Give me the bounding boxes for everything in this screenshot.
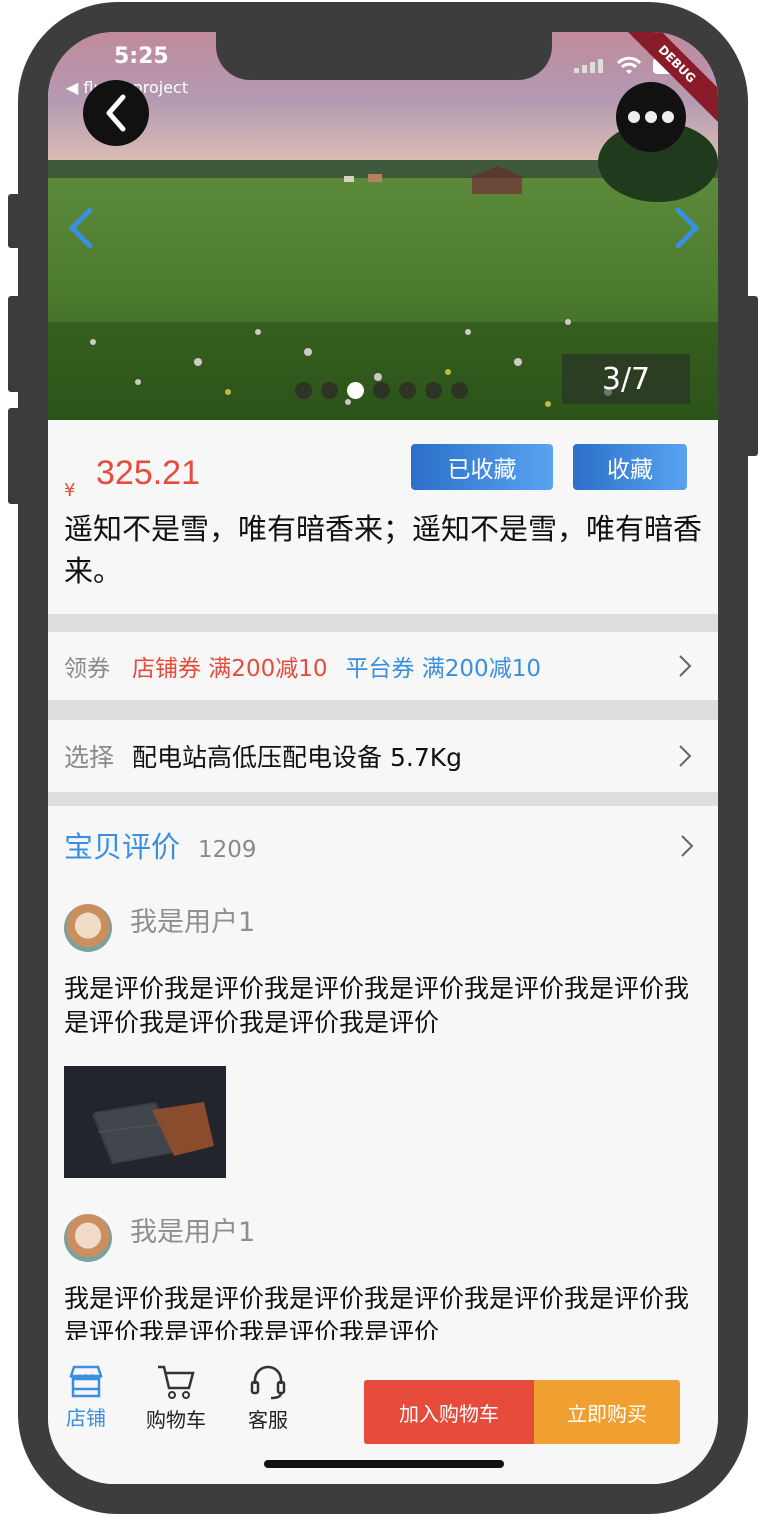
reviews-title: 宝贝评价 bbox=[64, 830, 181, 864]
tab-cart[interactable]: 购物车 bbox=[146, 1364, 206, 1433]
tab-store[interactable]: 店铺 bbox=[66, 1364, 106, 1431]
back-button[interactable] bbox=[83, 80, 149, 146]
pagination-dot[interactable] bbox=[399, 382, 416, 399]
pagination-dot[interactable] bbox=[373, 382, 390, 399]
section-divider bbox=[48, 792, 718, 806]
store-coupon[interactable]: 店铺券 满200减10 bbox=[132, 649, 327, 683]
avatar bbox=[64, 904, 112, 952]
add-to-cart-button[interactable]: 加入购物车 bbox=[364, 1380, 534, 1444]
status-time: 5:25 bbox=[114, 44, 169, 69]
image-counter: 3/7 bbox=[562, 354, 690, 404]
tab-store-label: 店铺 bbox=[66, 1406, 106, 1430]
review-username: 我是用户1 bbox=[130, 1217, 256, 1248]
product-summary: ¥ 325.21 已收藏 收藏 遥知不是雪，唯有暗香来；遥知不是雪，唯有暗香来。 bbox=[48, 420, 718, 614]
tab-cart-label: 购物车 bbox=[146, 1408, 206, 1432]
review-text: 我是评价我是评价我是评价我是评价我是评价我是评价我是评价我是评价我是评价我是评价 bbox=[64, 974, 690, 1037]
chevron-left-icon bbox=[106, 94, 126, 132]
pagination-dot[interactable] bbox=[347, 382, 364, 399]
pagination-dot[interactable] bbox=[295, 382, 312, 399]
tab-service[interactable]: 客服 bbox=[248, 1364, 288, 1433]
app-screen: 5:25 ◀ flutterproject DEBUG bbox=[48, 32, 718, 1484]
next-image-arrow-icon[interactable] bbox=[672, 206, 702, 250]
headset-icon bbox=[250, 1365, 286, 1400]
avatar bbox=[64, 1214, 112, 1262]
cart-icon bbox=[158, 1365, 195, 1399]
notch bbox=[216, 32, 552, 80]
review-text: 我是评价我是评价我是评价我是评价我是评价我是评价我是评价我是评价我是评价我是评价 bbox=[64, 1284, 690, 1340]
wifi-icon bbox=[616, 56, 642, 74]
signal-icon bbox=[574, 59, 603, 73]
platform-coupon[interactable]: 平台券 满200减10 bbox=[345, 649, 540, 683]
notebook-image bbox=[64, 1066, 226, 1178]
image-gallery[interactable]: 5:25 ◀ flutterproject DEBUG bbox=[48, 32, 718, 420]
favorited-button[interactable]: 已收藏 bbox=[411, 444, 553, 490]
buy-now-button[interactable]: 立即购买 bbox=[534, 1380, 680, 1444]
currency-symbol: ¥ bbox=[64, 480, 76, 501]
review-photo[interactable] bbox=[64, 1066, 226, 1178]
pagination-dot[interactable] bbox=[425, 382, 442, 399]
section-divider bbox=[48, 614, 718, 632]
chevron-right-icon bbox=[679, 745, 692, 767]
store-icon bbox=[69, 1365, 103, 1398]
select-label: 选择 bbox=[64, 743, 115, 772]
product-title: 遥知不是雪，唯有暗香来；遥知不是雪，唯有暗香来。 bbox=[64, 512, 703, 588]
coupon-row[interactable]: 领券 店铺券 满200减10 平台券 满200减10 bbox=[48, 632, 718, 700]
pagination-dot[interactable] bbox=[321, 382, 338, 399]
more-dots-icon bbox=[628, 111, 674, 123]
pagination-dots bbox=[295, 382, 468, 399]
more-button[interactable] bbox=[616, 82, 686, 152]
reviews-header[interactable]: 宝贝评价 1209 bbox=[64, 824, 257, 866]
chevron-right-icon[interactable] bbox=[680, 834, 694, 858]
reviews-count: 1209 bbox=[198, 837, 257, 863]
favorite-button[interactable]: 收藏 bbox=[573, 444, 687, 490]
home-indicator[interactable] bbox=[264, 1460, 504, 1468]
chevron-right-icon bbox=[679, 655, 692, 677]
tab-service-label: 客服 bbox=[248, 1408, 288, 1432]
pagination-dot[interactable] bbox=[451, 382, 468, 399]
coupon-label: 领券 bbox=[64, 656, 110, 682]
review-username: 我是用户1 bbox=[130, 907, 256, 938]
prev-image-arrow-icon[interactable] bbox=[66, 206, 96, 250]
spec-select-row[interactable]: 选择 配电站高低压配电设备 5.7Kg bbox=[48, 720, 718, 792]
section-divider bbox=[48, 700, 718, 720]
product-price: 325.21 bbox=[96, 454, 200, 492]
selected-spec: 配电站高低压配电设备 5.7Kg bbox=[132, 743, 462, 772]
